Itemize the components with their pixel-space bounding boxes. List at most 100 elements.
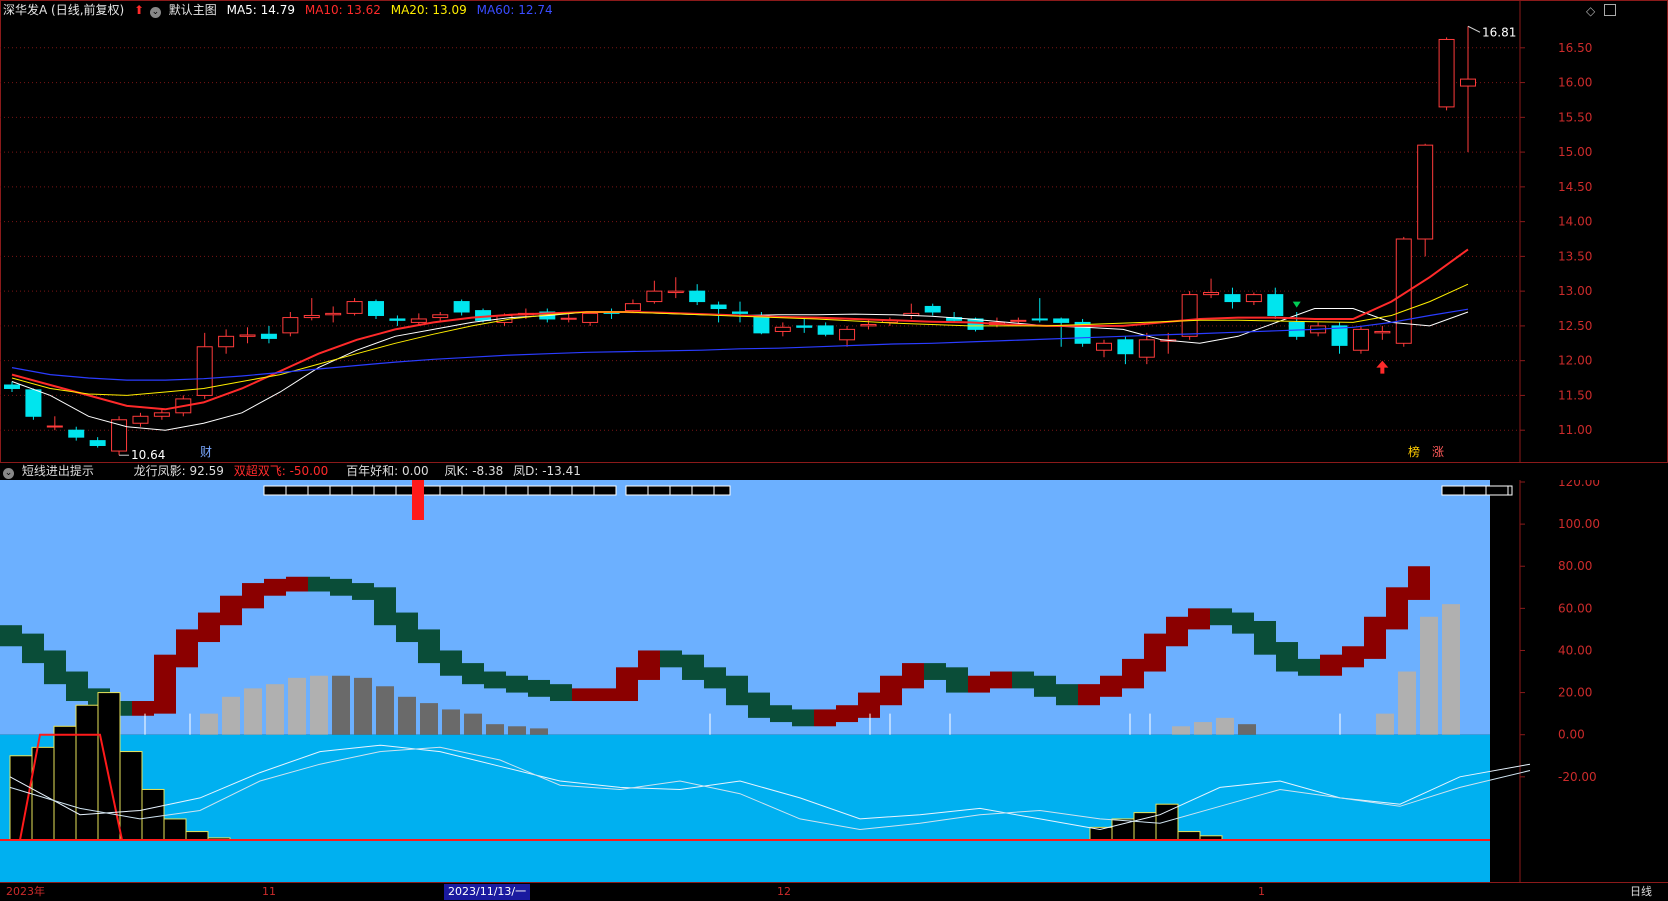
histogram-bar	[266, 684, 284, 735]
candle-body	[560, 317, 577, 320]
candle-body	[89, 440, 106, 446]
oscillator-band-block	[704, 667, 726, 689]
indicator-axis-label: 20.00	[1558, 686, 1592, 700]
candle-body	[1117, 339, 1134, 355]
signal-strip	[1441, 485, 1513, 496]
oscillator-band-block	[1100, 675, 1122, 697]
candle-body	[1374, 330, 1391, 334]
price-axis-label: 13.50	[1558, 249, 1592, 263]
candle-body	[732, 311, 748, 314]
histogram-bar	[1398, 671, 1416, 735]
histogram-bar	[1238, 724, 1256, 735]
oscillator-band-block	[1408, 566, 1430, 600]
indicator-axis-label: 80.00	[1558, 559, 1592, 573]
histogram-bar	[464, 713, 482, 735]
oscillator-band-block	[748, 692, 770, 718]
oscillator-band-block	[1034, 675, 1056, 697]
histogram-bar	[376, 686, 394, 735]
oscillator-band-block	[220, 595, 242, 626]
candle-body	[582, 312, 599, 323]
histogram-bar	[1376, 713, 1394, 735]
lower-step-bar	[141, 788, 165, 841]
oscillator-band-block	[1012, 671, 1034, 689]
oscillator-band-block	[440, 650, 462, 676]
oscillator-band-block	[726, 675, 748, 706]
histogram-bar	[222, 696, 240, 735]
indicator-axis-label: 100.00	[1558, 517, 1600, 531]
oscillator-band-block	[198, 612, 220, 643]
candle-body	[432, 314, 449, 319]
down-arrow-icon	[1292, 301, 1301, 308]
histogram-bar	[1216, 717, 1234, 735]
oscillator-band-block	[242, 583, 264, 609]
candle-body	[132, 415, 149, 424]
candle-body	[967, 318, 984, 330]
price-axis-label: 12.00	[1558, 354, 1592, 368]
oscillator-band-block	[550, 684, 572, 702]
oscillator-band-block	[572, 688, 594, 702]
candle-body	[218, 335, 235, 348]
oscillator-band-block	[330, 578, 352, 596]
oscillator-band-block	[352, 583, 374, 600]
period-selector[interactable]: 日线	[1630, 884, 1652, 900]
date-year: 2023年	[6, 885, 45, 898]
price-axis-label: 14.00	[1558, 215, 1592, 229]
oscillator-band-block	[858, 692, 880, 718]
candle-body	[153, 412, 170, 417]
oscillator-band-block	[132, 701, 154, 716]
candle-body	[260, 333, 277, 339]
lower-step-bar	[53, 725, 77, 841]
lower-step-bar	[185, 831, 209, 841]
oscillator-band-block	[484, 671, 506, 689]
candle-body	[4, 384, 20, 389]
event-zhang-label: 涨	[1432, 444, 1444, 459]
candle-body	[1031, 318, 1048, 321]
oscillator-band-block	[462, 663, 484, 685]
lower-step-bar	[1155, 803, 1179, 841]
histogram-bar	[1442, 604, 1460, 735]
indicator-axis-label: 60.00	[1558, 601, 1592, 615]
indicator-chart[interactable]: 120.00 100.00 80.00 60.00 40.00 20.00 0.00 -20.…	[0, 480, 1668, 882]
histogram-bar	[244, 688, 262, 735]
oscillator-band-block	[836, 705, 858, 723]
oscillator-band-block	[1342, 646, 1364, 668]
oscillator-band-block	[22, 633, 44, 664]
candle-body	[689, 290, 706, 303]
date-month-11: 11	[262, 885, 276, 898]
candle-body	[753, 314, 770, 334]
oscillator-band-block	[616, 667, 638, 702]
oscillator-band-block	[770, 705, 792, 723]
indicator-gutter	[1490, 480, 1520, 882]
date-month-12: 12	[777, 885, 791, 898]
signal-red-spike	[412, 480, 424, 520]
indicator-lower-bg	[0, 734, 1490, 882]
candle-body	[410, 318, 427, 323]
price-axis-label: 16.00	[1558, 76, 1592, 90]
chevron-down-icon[interactable]: ⌄	[3, 468, 14, 479]
oscillator-band-block	[1144, 633, 1166, 672]
dragon-value: 龙行凤影: 92.59	[133, 464, 224, 478]
candle-body	[1203, 292, 1220, 296]
candle-body	[1224, 294, 1241, 303]
histogram-bar	[1194, 722, 1212, 735]
candle-body	[453, 301, 470, 313]
price-axis-label: 15.50	[1558, 110, 1592, 124]
date-month-1: 1	[1258, 885, 1265, 898]
candle-body	[1245, 294, 1262, 303]
price-chart[interactable]: 16.50 16.00 15.50 15.00 14.50 14.00 13.50 13.00…	[0, 0, 1668, 463]
oscillator-band-block	[264, 578, 286, 596]
histogram-bar	[442, 709, 460, 735]
indicator-title[interactable]: 短线进出提示	[22, 462, 94, 480]
oscillator-band-block	[1188, 608, 1210, 630]
candle-body	[1438, 38, 1455, 108]
oscillator-band-block	[176, 629, 198, 668]
candle-body	[46, 425, 63, 428]
ma-line-ma5	[11, 308, 1469, 431]
candle-body	[1138, 339, 1155, 358]
candle-body	[817, 325, 834, 335]
oscillator-band-block	[968, 675, 990, 693]
candle-body	[646, 290, 663, 303]
double-fly-value: 双超双飞: -50.00	[233, 464, 329, 478]
price-axis-label: 14.50	[1558, 180, 1592, 194]
histogram-bar	[398, 696, 416, 735]
